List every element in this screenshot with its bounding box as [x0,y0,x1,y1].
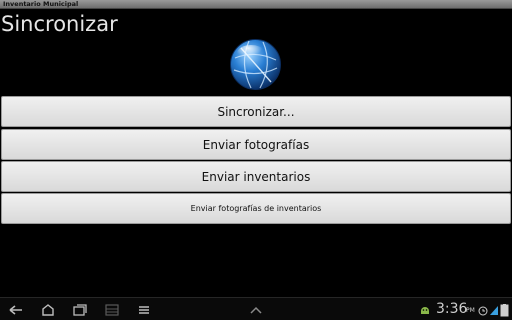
send-inventories-button[interactable]: Enviar inventarios [1,161,511,192]
status-clock: 3:36 [436,301,468,317]
screenshot-icon[interactable] [104,302,120,316]
recent-apps-icon[interactable] [72,302,88,316]
alarm-icon [478,302,488,316]
menu-icon[interactable] [136,302,152,316]
chevron-up-icon[interactable] [248,302,264,316]
back-icon[interactable] [8,302,24,316]
window-titlebar: Inventario Municipal [0,0,512,9]
page-title: Sincronizar [1,12,118,36]
sync-button[interactable]: Sincronizar... [1,96,511,127]
signal-icon [489,302,499,316]
battery-icon [500,302,509,317]
send-inventory-photos-button[interactable]: Enviar fotografías de inventarios [1,193,511,224]
send-photos-button[interactable]: Enviar fotografías [1,129,511,160]
globe-icon [229,38,282,91]
window-title: Inventario Municipal [3,0,79,8]
home-icon[interactable] [40,302,56,316]
system-navbar: 3:36 PM [0,297,512,320]
status-ampm: PM [466,307,475,314]
android-debug-icon [418,302,432,316]
